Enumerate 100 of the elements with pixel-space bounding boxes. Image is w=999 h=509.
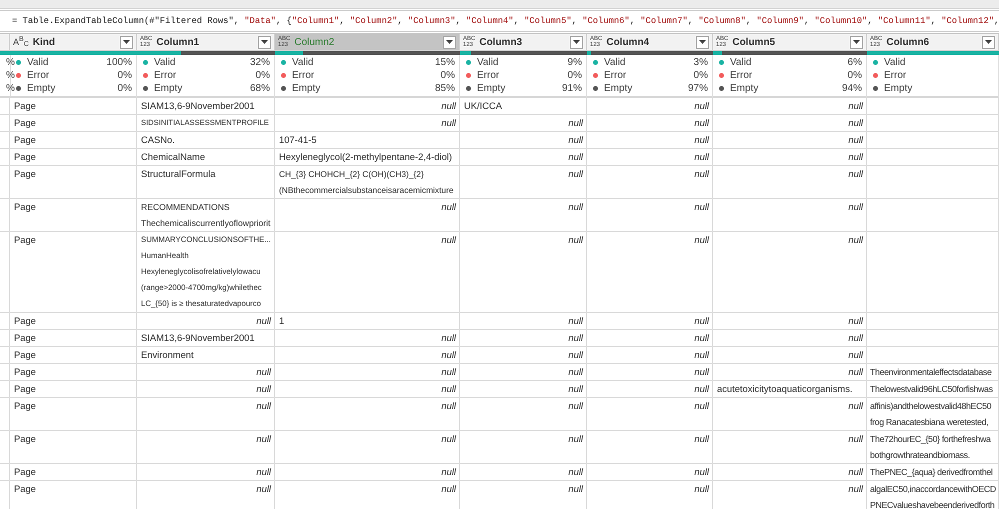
table-cell: null — [137, 464, 275, 481]
table-cell: Page — [10, 149, 137, 166]
stat-label: Valid — [27, 57, 50, 68]
stat-percent: 0% — [568, 70, 582, 81]
table-cell: null — [713, 398, 867, 431]
table-cell: SIAM13,6-9November2001 — [137, 98, 275, 115]
table-cell: Page — [10, 481, 137, 509]
dropdown-button[interactable] — [850, 36, 863, 48]
table-cell: Hexyleneglycol(2-methylpentane-2,4-diol) — [275, 149, 460, 166]
table-cell: null — [713, 132, 867, 149]
table-cell — [0, 381, 10, 398]
table-cell: null — [713, 347, 867, 364]
stat-percent: 0% — [848, 70, 862, 81]
table-cell: null — [460, 381, 587, 398]
caret-icon — [261, 40, 268, 44]
table-cell: null — [137, 313, 275, 330]
table-cell — [0, 464, 10, 481]
table-cell: Page — [10, 313, 137, 330]
stat-label: Empty — [27, 83, 56, 94]
table-cell — [0, 398, 10, 431]
table-cell: 1 — [275, 313, 460, 330]
table-cell: null — [460, 132, 587, 149]
table-cell: null — [713, 232, 867, 313]
dropdown-button[interactable] — [258, 36, 271, 48]
table-cell: null — [275, 232, 460, 313]
stat-percent: 68% — [250, 83, 270, 94]
stat-percent: 6% — [848, 57, 862, 68]
stat-label: Error — [154, 70, 178, 81]
table-cell — [0, 313, 10, 330]
table-cell: Page — [10, 431, 137, 464]
table-cell: null — [587, 431, 713, 464]
formula-bar[interactable]: = Table.ExpandTableColumn(#"Filtered Rows", "Data", {"Column1", "Column2", "Column3", "Column4", "Column5", "Column6", "Column7", "Column8", "Column9", "Column10", "Column11", "Column12", — [0, 10, 999, 32]
stat-percent: 0% — [256, 70, 270, 81]
table-cell: null — [460, 313, 587, 330]
table-cell: Thelowestvalid96hLC50forfishwas — [867, 381, 999, 398]
table-cell: null — [460, 149, 587, 166]
stat-label: Valid — [730, 57, 752, 68]
stat-label: Empty — [604, 83, 634, 94]
stat-label: Empty — [477, 83, 506, 94]
table-cell: Page — [10, 115, 137, 132]
stat-label: Valid — [604, 57, 626, 68]
stat-label: Valid — [477, 57, 500, 68]
table-cell: null — [460, 364, 587, 381]
table-cell: null — [460, 115, 587, 132]
table-cell: null — [587, 98, 713, 115]
stat-percent: 0% — [440, 70, 455, 81]
table-cell: null — [713, 464, 867, 481]
dropdown-button[interactable] — [570, 36, 583, 48]
table-cell: null — [460, 347, 587, 364]
table-cell: null — [460, 398, 587, 431]
stat-percent: 97% — [688, 83, 708, 94]
table-cell — [0, 330, 10, 347]
table-cell: null — [713, 199, 867, 232]
table-cell: null — [587, 115, 713, 132]
table-cell: null — [460, 464, 587, 481]
dropdown-button[interactable] — [696, 36, 709, 48]
stat-label: Empty — [884, 83, 914, 94]
table-cell: null — [587, 481, 713, 509]
table-cell: null — [587, 347, 713, 364]
stat-percent: 0% — [694, 70, 708, 81]
table-cell: null — [137, 481, 275, 509]
stat-label: Error — [27, 70, 50, 81]
table-cell: null — [460, 481, 587, 509]
table-cell: Page — [10, 166, 137, 199]
table-cell: ChemicalName — [137, 149, 275, 166]
dropdown-button[interactable] — [982, 36, 995, 48]
table-cell — [0, 347, 10, 364]
table-cell: null — [587, 232, 713, 313]
table-cell: null — [460, 199, 587, 232]
stat-label: Empty — [154, 83, 184, 94]
table-cell: null — [587, 330, 713, 347]
table-cell — [0, 431, 10, 464]
caret-icon — [573, 40, 580, 44]
stat-percent: 32% — [250, 57, 270, 68]
table-cell: ThePNEC_{aqua} derivedfromthel — [867, 464, 999, 481]
dropdown-button[interactable] — [120, 36, 133, 48]
table-cell: Page — [10, 347, 137, 364]
stat-percent: % — [6, 83, 15, 94]
table-cell: null — [137, 398, 275, 431]
table-cell: null — [713, 115, 867, 132]
table-cell: null — [713, 98, 867, 115]
stat-percent: 100% — [106, 57, 132, 68]
stat-label: Empty — [292, 83, 322, 94]
table-cell: null — [587, 364, 713, 381]
caret-icon — [699, 40, 706, 44]
stat-label: Error — [292, 70, 316, 81]
table-cell: null — [713, 481, 867, 509]
dropdown-button[interactable] — [443, 36, 456, 48]
stat-label: Error — [604, 70, 628, 81]
table-cell: null — [275, 330, 460, 347]
stat-label: Empty — [730, 83, 760, 94]
stat-percent: 15% — [434, 57, 455, 68]
table-cell: null — [275, 381, 460, 398]
table-cell: null — [460, 232, 587, 313]
table-cell: 107-41-5 — [275, 132, 460, 149]
table-cell: Page — [10, 330, 137, 347]
table-cell: null — [713, 149, 867, 166]
table-cell: null — [713, 166, 867, 199]
table-cell: Page — [10, 464, 137, 481]
table-cell: null — [137, 431, 275, 464]
